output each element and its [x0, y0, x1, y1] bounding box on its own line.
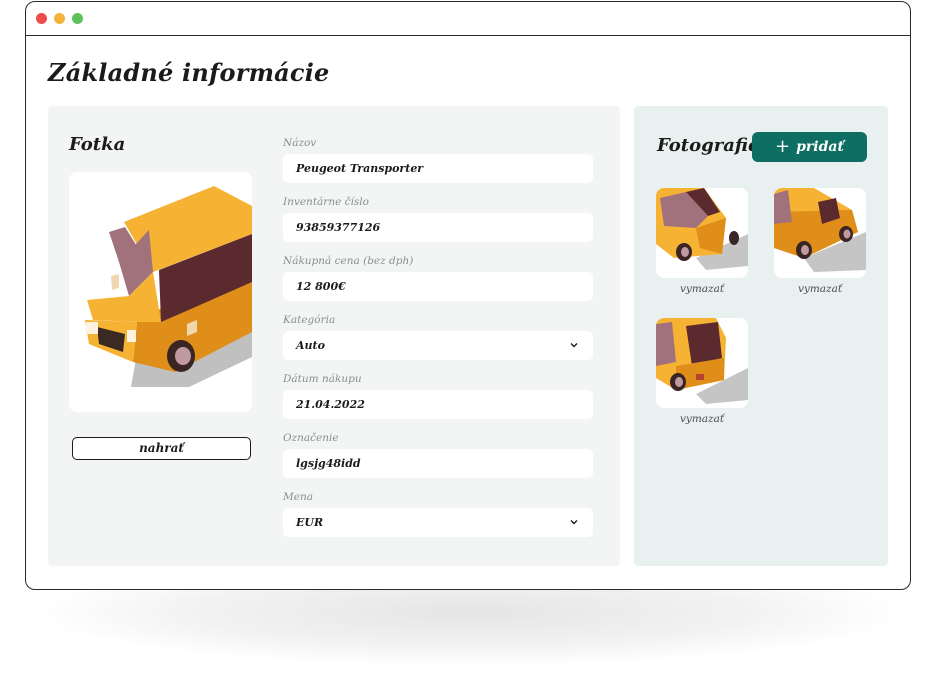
car-thumbnail-icon — [656, 188, 748, 270]
field-label: Kategória — [283, 314, 336, 326]
title-bar — [26, 2, 910, 36]
field-name: Názov Peugeot Transporter — [283, 136, 593, 183]
delete-link[interactable]: vymazať — [656, 413, 748, 425]
plus-icon: + — [775, 136, 791, 157]
category-select[interactable]: Auto — [283, 331, 593, 360]
field-label: Názov — [283, 137, 317, 149]
field-value: lgsjg48idd — [296, 457, 361, 470]
car-thumbnail-icon — [656, 318, 748, 404]
chevron-down-icon — [570, 343, 578, 348]
app-window: Základné informácie Fotka nahrať Názov P… — [25, 1, 911, 590]
car-thumbnail-icon — [774, 188, 866, 272]
main-photo — [69, 172, 252, 412]
add-photo-label: pridať — [796, 139, 844, 155]
field-currency: Mena EUR — [283, 490, 593, 537]
designation-input[interactable]: lgsjg48idd — [283, 449, 593, 478]
field-value: 21.04.2022 — [296, 398, 365, 411]
purchase-date-input[interactable]: 21.04.2022 — [283, 390, 593, 419]
basic-info-panel: Fotka nahrať Názov Peugeot Transporter I… — [48, 106, 620, 566]
gallery-thumb[interactable] — [774, 188, 866, 278]
field-label: Inventárne číslo — [283, 196, 369, 208]
add-photo-button[interactable]: + pridať — [752, 132, 867, 162]
field-purchase-date: Dátum nákupu 21.04.2022 — [283, 372, 593, 419]
minimize-dot-icon[interactable] — [54, 13, 65, 24]
field-label: Nákupná cena (bez dph) — [283, 255, 414, 267]
gallery-heading: Fotografie — [657, 135, 760, 156]
delete-link[interactable]: vymazať — [774, 283, 866, 295]
field-value: 12 800€ — [296, 280, 346, 293]
field-purchase-price: Nákupná cena (bez dph) 12 800€ — [283, 254, 593, 301]
inventory-number-input[interactable]: 93859377126 — [283, 213, 593, 242]
field-value: EUR — [296, 516, 324, 529]
field-value: 93859377126 — [296, 221, 381, 234]
purchase-price-input[interactable]: 12 800€ — [283, 272, 593, 301]
field-inventory-number: Inventárne číslo 93859377126 — [283, 195, 593, 242]
page-title: Základné informácie — [48, 58, 330, 87]
car-illustration-icon — [85, 186, 252, 387]
name-input[interactable]: Peugeot Transporter — [283, 154, 593, 183]
field-label: Dátum nákupu — [283, 373, 362, 385]
gallery-panel: Fotografie + pridať vymazať vymazať vyma… — [634, 106, 888, 566]
photo-heading: Fotka — [69, 134, 126, 155]
delete-link[interactable]: vymazať — [656, 283, 748, 295]
field-designation: Označenie lgsjg48idd — [283, 431, 593, 478]
chevron-down-icon — [570, 520, 578, 525]
gallery-thumb[interactable] — [656, 318, 748, 408]
field-value: Auto — [296, 339, 325, 352]
close-dot-icon[interactable] — [36, 13, 47, 24]
currency-select[interactable]: EUR — [283, 508, 593, 537]
field-category: Kategória Auto — [283, 313, 593, 360]
upload-button[interactable]: nahrať — [72, 437, 251, 460]
field-value: Peugeot Transporter — [296, 162, 424, 175]
field-label: Označenie — [283, 432, 339, 444]
gallery-thumb[interactable] — [656, 188, 748, 278]
field-label: Mena — [283, 491, 313, 503]
maximize-dot-icon[interactable] — [72, 13, 83, 24]
